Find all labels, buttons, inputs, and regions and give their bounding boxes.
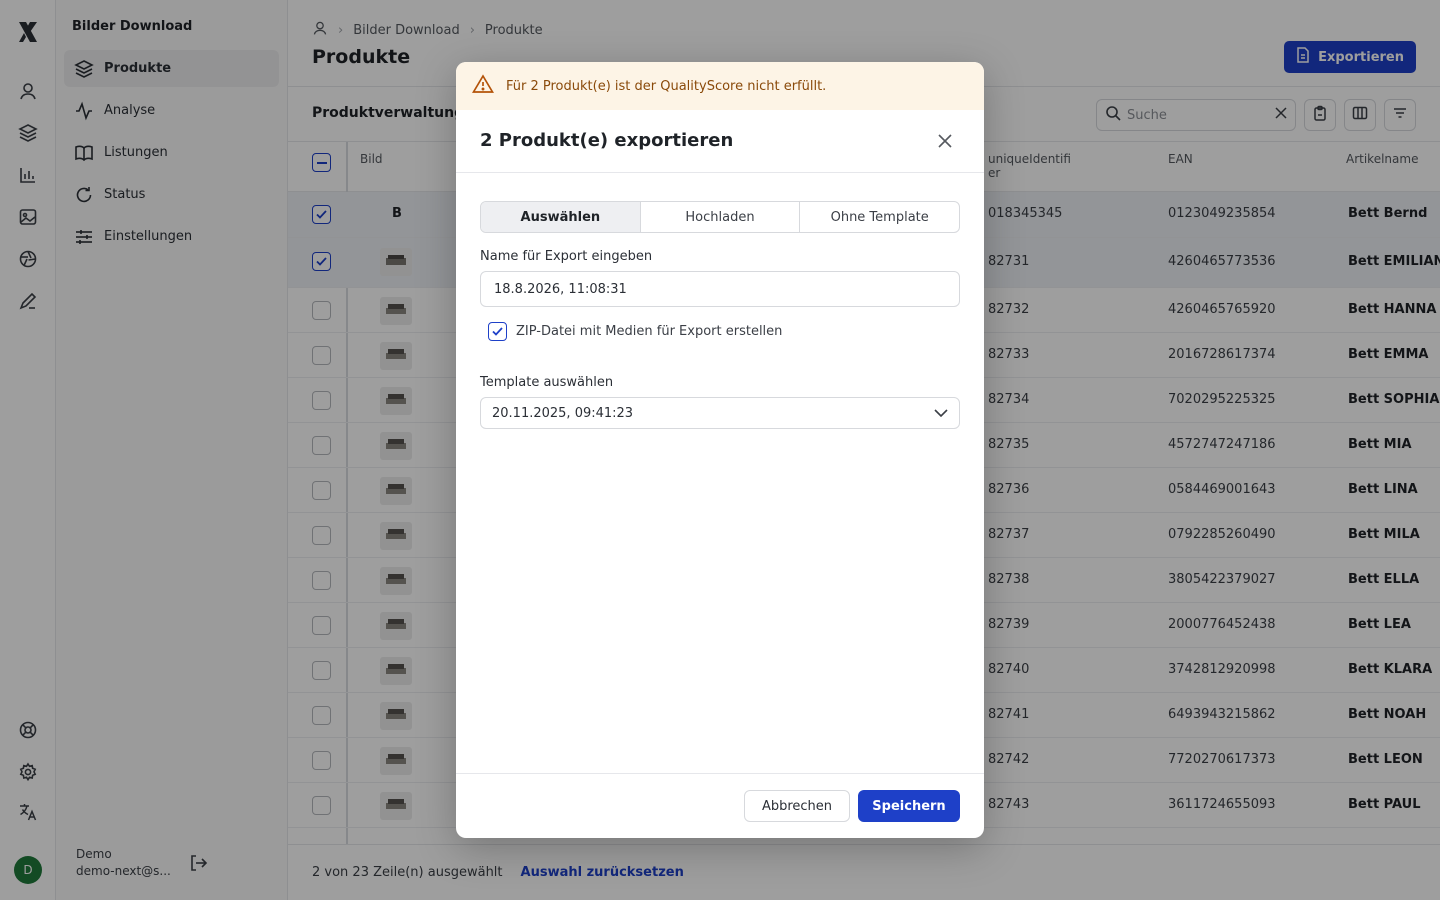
close-icon[interactable] bbox=[936, 132, 954, 150]
export-name-value: 18.8.2026, 11:08:31 bbox=[494, 281, 627, 297]
tab-auswaehlen[interactable]: Auswählen bbox=[481, 202, 641, 232]
export-dialog: Für 2 Produkt(e) ist der QualityScore ni… bbox=[456, 62, 984, 838]
template-label: Template auswählen bbox=[480, 375, 614, 390]
warning-triangle-icon bbox=[472, 74, 494, 98]
export-name-label: Name für Export eingeben bbox=[480, 249, 653, 264]
dialog-title: 2 Produkt(e) exportieren bbox=[480, 130, 734, 151]
dialog-footer: Abbrechen Speichern bbox=[456, 773, 984, 838]
template-select[interactable]: 20.11.2025, 09:41:23 bbox=[480, 397, 960, 429]
warning-text: Für 2 Produkt(e) ist der QualityScore ni… bbox=[506, 78, 827, 94]
tab-ohne-template[interactable]: Ohne Template bbox=[800, 202, 959, 232]
export-name-field[interactable]: 18.8.2026, 11:08:31 bbox=[480, 271, 960, 307]
zip-checkbox[interactable] bbox=[488, 322, 507, 341]
save-button[interactable]: Speichern bbox=[858, 790, 960, 822]
cancel-button[interactable]: Abbrechen bbox=[744, 790, 850, 822]
zip-checkbox-label[interactable]: ZIP-Datei mit Medien für Export erstelle… bbox=[516, 324, 782, 339]
quality-warning-banner: Für 2 Produkt(e) ist der QualityScore ni… bbox=[456, 62, 984, 110]
zip-option[interactable]: ZIP-Datei mit Medien für Export erstelle… bbox=[488, 322, 782, 341]
template-value: 20.11.2025, 09:41:23 bbox=[492, 405, 634, 421]
template-tabs: Auswählen Hochladen Ohne Template bbox=[480, 201, 960, 233]
tab-hochladen[interactable]: Hochladen bbox=[641, 202, 801, 232]
divider bbox=[456, 172, 984, 173]
chevron-down-icon bbox=[934, 406, 948, 421]
